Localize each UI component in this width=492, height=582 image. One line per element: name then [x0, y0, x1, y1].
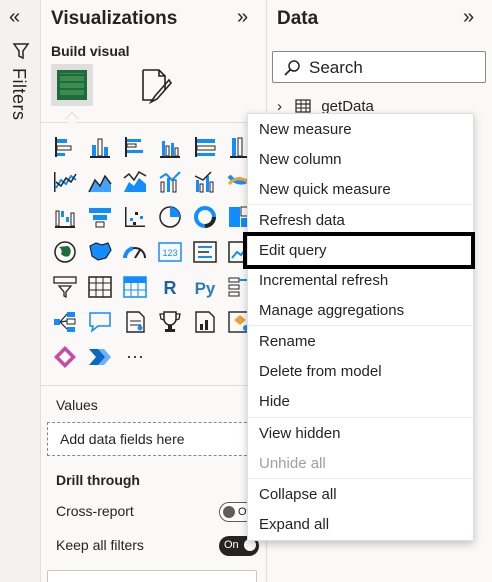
menu-item-new-measure[interactable]: New measure: [259, 121, 352, 138]
line-chart-icon[interactable]: [51, 168, 79, 196]
svg-text:Py: Py: [195, 279, 216, 298]
expand-visualizations-icon[interactable]: »: [237, 6, 248, 29]
menu-item-new-column[interactable]: New column: [259, 151, 342, 168]
expand-data-icon[interactable]: »: [463, 6, 474, 29]
matrix-icon[interactable]: [121, 273, 149, 301]
svg-text:···: ···: [126, 346, 144, 366]
menu-item-refresh-data[interactable]: Refresh data: [259, 212, 345, 229]
menu-item-expand-all[interactable]: Expand all: [259, 516, 329, 533]
filled-map-icon[interactable]: [86, 238, 114, 266]
gauge-icon[interactable]: [121, 238, 149, 266]
menu-item-delete-from-model[interactable]: Delete from model: [259, 363, 382, 380]
scatter-chart-icon[interactable]: [121, 203, 149, 231]
decomposition-tree-icon[interactable]: [51, 308, 79, 336]
build-visual-label: Build visual: [51, 43, 130, 59]
menu-separator: [248, 417, 473, 418]
table-icon: [295, 99, 311, 113]
menu-separator: [248, 325, 473, 326]
100-stacked-bar-chart-icon[interactable]: [191, 133, 219, 161]
menu-item-collapse-all[interactable]: Collapse all: [259, 486, 337, 503]
stacked-column-chart-icon[interactable]: [86, 133, 114, 161]
menu-separator: [248, 204, 473, 205]
filters-pane: « Filters: [0, 0, 41, 582]
search-input[interactable]: [309, 56, 479, 80]
svg-text:R: R: [164, 278, 177, 298]
edit-query-highlight: [243, 232, 475, 269]
keep-all-filters-label: Keep all filters: [56, 537, 144, 553]
menu-item-unhide-all: Unhide all: [259, 455, 326, 472]
menu-item-view-hidden[interactable]: View hidden: [259, 425, 340, 442]
power-apps-logo-icon[interactable]: [51, 343, 79, 371]
stacked-bar-chart-icon[interactable]: [51, 133, 79, 161]
visualizations-title: Visualizations: [51, 8, 178, 29]
divider: [41, 385, 267, 386]
smart-narrative-icon[interactable]: [121, 308, 149, 336]
donut-chart-icon[interactable]: [191, 203, 219, 231]
line-and-column-chart-icon[interactable]: [156, 168, 184, 196]
line-and-clustered-column-icon[interactable]: [191, 168, 219, 196]
format-visual-tab[interactable]: [135, 66, 175, 106]
search-box[interactable]: [272, 51, 486, 83]
menu-item-hide[interactable]: Hide: [259, 393, 290, 410]
qa-visual-icon[interactable]: [86, 308, 114, 336]
more-visuals-icon[interactable]: ···: [121, 343, 149, 371]
drill-field-well[interactable]: [47, 570, 257, 582]
context-menu: New measure New column New quick measure…: [247, 113, 474, 541]
visualizations-pane: Visualizations » Build visual 123 R Py ··· …: [41, 0, 267, 582]
stacked-area-chart-icon[interactable]: [121, 168, 149, 196]
menu-item-rename[interactable]: Rename: [259, 333, 316, 350]
collapse-filters-icon[interactable]: «: [9, 6, 20, 29]
power-automate-icon[interactable]: [86, 343, 114, 371]
map-icon[interactable]: [51, 238, 79, 266]
filters-label[interactable]: Filters: [8, 68, 29, 121]
pie-chart-icon[interactable]: [156, 203, 184, 231]
svg-text:123: 123: [162, 248, 177, 258]
clustered-bar-chart-icon[interactable]: [121, 133, 149, 161]
cross-report-label: Cross-report: [56, 503, 134, 519]
table-icon[interactable]: [86, 273, 114, 301]
multi-row-card-icon[interactable]: [191, 238, 219, 266]
clustered-column-chart-icon[interactable]: [156, 133, 184, 161]
menu-item-incremental-refresh[interactable]: Incremental refresh: [259, 272, 388, 289]
funnel-chart-icon[interactable]: [86, 203, 114, 231]
drill-through-label: Drill through: [56, 472, 140, 488]
waterfall-chart-icon[interactable]: [51, 203, 79, 231]
slicer-icon[interactable]: [51, 273, 79, 301]
build-visual-tab[interactable]: [51, 64, 93, 106]
table-grid-icon: [57, 70, 87, 100]
card-icon[interactable]: 123: [156, 238, 184, 266]
values-label: Values: [56, 397, 98, 413]
tab-notch: [64, 111, 80, 127]
area-chart-icon[interactable]: [86, 168, 114, 196]
values-drop-zone[interactable]: Add data fields here: [47, 422, 257, 456]
goals-trophy-icon[interactable]: [156, 308, 184, 336]
menu-item-new-quick-measure[interactable]: New quick measure: [259, 181, 391, 198]
python-visual-icon[interactable]: Py: [191, 273, 219, 301]
data-title: Data: [277, 8, 319, 29]
menu-separator: [248, 478, 473, 479]
filter-funnel-icon: [12, 43, 30, 60]
menu-item-manage-aggregations[interactable]: Manage aggregations: [259, 302, 404, 319]
search-icon: [284, 60, 300, 76]
r-script-visual-icon[interactable]: R: [156, 273, 184, 301]
paginated-report-icon[interactable]: [191, 308, 219, 336]
